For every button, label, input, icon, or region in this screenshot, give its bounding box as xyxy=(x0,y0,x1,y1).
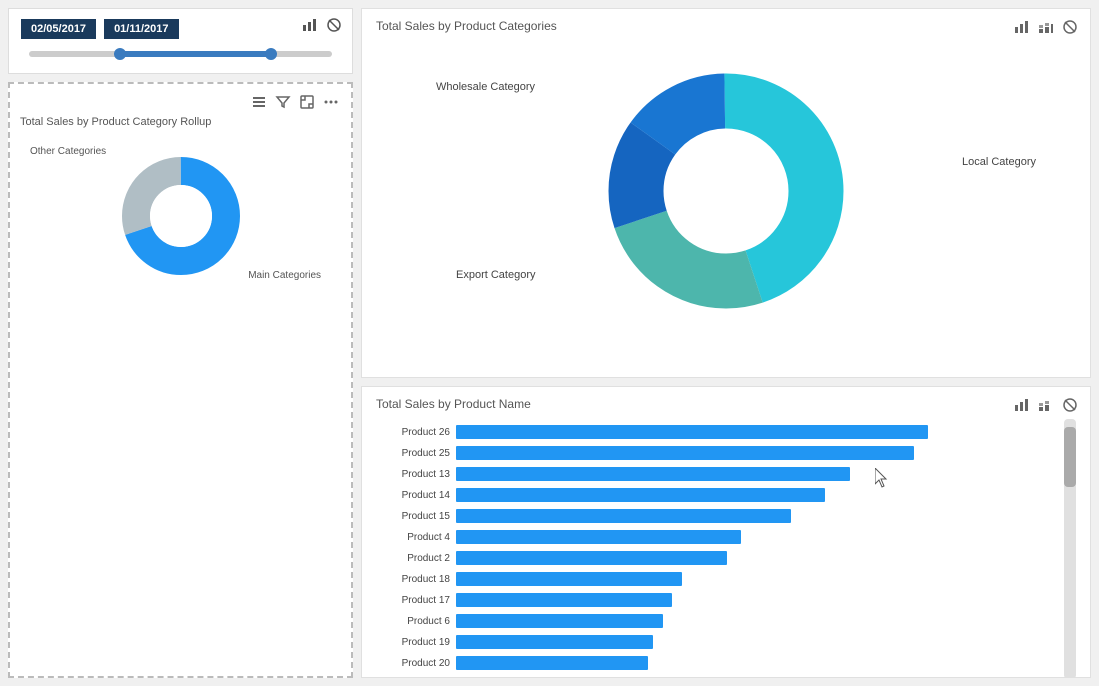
slider-handle-right[interactable] xyxy=(265,48,277,60)
bar-chart-icon[interactable] xyxy=(300,15,320,35)
more-icon[interactable] xyxy=(321,92,341,112)
bar-panel-block-icon[interactable] xyxy=(1060,395,1080,415)
start-date: 02/05/2017 xyxy=(21,19,96,39)
main-container: 02/05/2017 01/11/2017 xyxy=(0,0,1099,686)
date-labels: 02/05/2017 01/11/2017 xyxy=(21,19,340,39)
bar-row: Product 25 xyxy=(376,444,1056,462)
block-icon[interactable] xyxy=(324,15,344,35)
bar-label: Product 25 xyxy=(376,448,456,459)
scrollbar-thumb[interactable] xyxy=(1064,427,1076,487)
bar-fill xyxy=(456,509,791,523)
bar-fill xyxy=(456,425,928,439)
bar-row: Product 26 xyxy=(376,423,1056,441)
bar-fill xyxy=(456,488,825,502)
bar-track[interactable] xyxy=(456,656,1056,670)
bar-fill xyxy=(456,467,850,481)
bar-row: Product 18 xyxy=(376,570,1056,588)
bar-panel-icons xyxy=(1012,395,1080,415)
small-donut-panel: Total Sales by Product Category Rollup O… xyxy=(8,82,353,678)
bar-row: Product 2 xyxy=(376,549,1056,567)
bar-label: Product 19 xyxy=(376,637,456,648)
bar-label: Product 6 xyxy=(376,616,456,627)
bar-label: Product 13 xyxy=(376,469,456,480)
date-range-widget: 02/05/2017 01/11/2017 xyxy=(8,8,353,74)
bar-track[interactable] xyxy=(456,467,1056,481)
bar-track[interactable] xyxy=(456,509,1056,523)
local-label: Local Category xyxy=(962,156,1036,168)
bar-row: Product 13 xyxy=(376,465,1056,483)
small-donut-title: Total Sales by Product Category Rollup xyxy=(20,116,341,128)
donut-chart-title: Total Sales by Product Categories xyxy=(376,19,1076,33)
bar-track[interactable] xyxy=(456,572,1056,586)
widget-toolbar xyxy=(300,15,344,35)
end-date: 01/11/2017 xyxy=(104,19,178,39)
bar-panel-bar-icon[interactable] xyxy=(1012,395,1032,415)
bar-fill xyxy=(456,551,727,565)
small-donut-wrapper: Other Categories Main Categories xyxy=(20,136,341,296)
bar-track[interactable] xyxy=(456,530,1056,544)
donut-panel-icons xyxy=(1012,17,1080,37)
bar-label: Product 17 xyxy=(376,595,456,606)
bar-label: Product 2 xyxy=(376,553,456,564)
bar-label: Product 15 xyxy=(376,511,456,522)
bar-fill xyxy=(456,614,663,628)
bar-label: Product 4 xyxy=(376,532,456,543)
bar-row: Product 19 xyxy=(376,633,1056,651)
main-categories-label: Main Categories xyxy=(248,270,321,281)
bar-fill xyxy=(456,593,672,607)
bar-label: Product 26 xyxy=(376,427,456,438)
bar-track[interactable] xyxy=(456,425,1056,439)
donut-stacked-icon[interactable] xyxy=(1036,17,1056,37)
bar-row: Product 17 xyxy=(376,591,1056,609)
bar-label: Product 18 xyxy=(376,574,456,585)
bar-row: Product 15 xyxy=(376,507,1056,525)
bar-fill xyxy=(456,656,648,670)
bar-track[interactable] xyxy=(456,614,1056,628)
left-panel: 02/05/2017 01/11/2017 xyxy=(8,8,353,678)
wholesale-label: Wholesale Category xyxy=(436,81,535,93)
bar-track[interactable] xyxy=(456,551,1056,565)
donut-bar-icon[interactable] xyxy=(1012,17,1032,37)
bar-label: Product 14 xyxy=(376,490,456,501)
bar-chart-container: Product 26 Product 25 Product 13 Product 14… xyxy=(376,419,1056,678)
donut-labels: Wholesale Category Local Category Export… xyxy=(376,41,1076,341)
bar-row: Product 4 xyxy=(376,528,1056,546)
bar-panel-stacked-icon[interactable] xyxy=(1036,395,1056,415)
filter-icon[interactable] xyxy=(273,92,293,112)
expand-icon[interactable] xyxy=(297,92,317,112)
right-panel: Total Sales by Product Categories xyxy=(361,8,1091,678)
donut-block-icon[interactable] xyxy=(1060,17,1080,37)
bar-row: Product 14 xyxy=(376,486,1056,504)
donut-container: Wholesale Category Local Category Export… xyxy=(376,41,1076,341)
bar-track[interactable] xyxy=(456,446,1056,460)
bar-fill xyxy=(456,446,914,460)
bar-chart-panel: Total Sales by Product Name Product 26Pr… xyxy=(361,386,1091,678)
export-label: Export Category xyxy=(456,269,535,281)
bar-row: Product 6 xyxy=(376,612,1056,630)
bar-track[interactable] xyxy=(456,635,1056,649)
bar-track[interactable] xyxy=(456,593,1056,607)
bar-fill xyxy=(456,572,682,586)
date-slider[interactable] xyxy=(29,51,332,57)
bar-label: Product 20 xyxy=(376,658,456,669)
other-categories-label: Other Categories xyxy=(30,146,106,157)
bar-chart-title: Total Sales by Product Name xyxy=(376,397,1076,411)
small-donut-chart xyxy=(116,151,246,281)
scrollbar[interactable] xyxy=(1064,419,1076,678)
bar-fill xyxy=(456,635,653,649)
donut-chart-panel: Total Sales by Product Categories xyxy=(361,8,1091,378)
hamburger-icon[interactable] xyxy=(249,92,269,112)
slider-fill xyxy=(120,51,272,57)
slider-handle-left[interactable] xyxy=(114,48,126,60)
bar-fill xyxy=(456,530,741,544)
bar-row: Product 20 xyxy=(376,654,1056,672)
small-panel-toolbar xyxy=(20,92,341,112)
bar-track[interactable] xyxy=(456,488,1056,502)
